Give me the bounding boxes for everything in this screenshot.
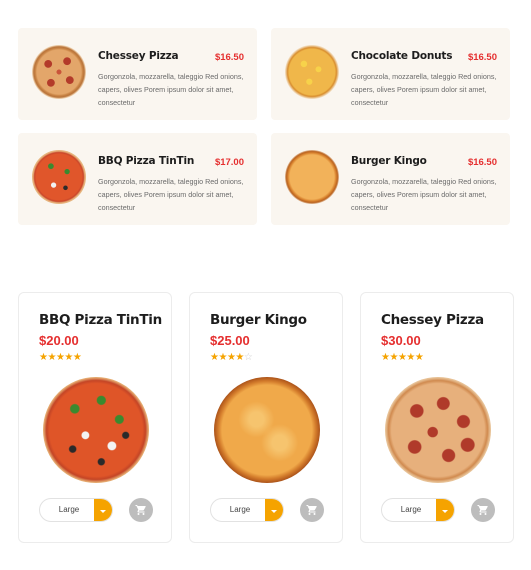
- cart-icon: [306, 505, 317, 515]
- add-to-cart-button[interactable]: [129, 498, 153, 522]
- star-icon: ★: [218, 352, 227, 363]
- chevron-down-icon[interactable]: [265, 499, 283, 521]
- star-icon: ★: [64, 352, 73, 363]
- product-price: $20.00: [39, 333, 79, 348]
- menu-item-name[interactable]: Burger Kingo: [351, 155, 427, 167]
- star-icon: ★: [414, 352, 424, 363]
- corn-pizza-image: [285, 45, 339, 99]
- cheese-pizza-image: [285, 150, 339, 204]
- product-title[interactable]: BBQ Pizza TinTin: [39, 312, 162, 328]
- star-icon: ★: [47, 352, 56, 363]
- star-icon: ★: [235, 352, 244, 363]
- menu-item-description: Gorgonzola, mozzarella, taleggio Red oni…: [98, 72, 244, 107]
- menu-item-price: $16.50: [214, 52, 244, 63]
- size-select[interactable]: Large: [210, 498, 284, 522]
- cheese-pizza-image[interactable]: [214, 377, 320, 483]
- menu-item-name[interactable]: Chessey Pizza: [98, 50, 179, 62]
- product-price: $25.00: [210, 333, 250, 348]
- product-price: $30.00: [381, 333, 421, 348]
- menu-item-description: Gorgonzola, mozzarella, taleggio Red oni…: [351, 177, 497, 212]
- menu-item-card[interactable]: Chessey Pizza $16.50 Gorgonzola, mozzare…: [18, 28, 257, 120]
- veggie-pizza-image[interactable]: [43, 377, 149, 483]
- menu-item-price: $16.50: [467, 157, 497, 168]
- add-to-cart-button[interactable]: [300, 498, 324, 522]
- menu-item-card[interactable]: Chocolate Donuts $16.50 Gorgonzola, mozz…: [271, 28, 510, 120]
- menu-item-price: $16.50: [467, 52, 497, 63]
- product-title[interactable]: Burger Kingo: [210, 312, 307, 328]
- size-select-value: Large: [58, 505, 80, 514]
- size-select[interactable]: Large: [381, 498, 455, 522]
- menu-item-name[interactable]: BBQ Pizza TinTin: [98, 155, 194, 167]
- product-card: Chessey Pizza $30.00 ★★★★★ Large: [360, 292, 514, 543]
- star-icon: ★: [406, 352, 415, 363]
- menu-item-price: $17.00: [214, 157, 244, 168]
- veggie-pizza-image: [32, 150, 86, 204]
- add-to-cart-button[interactable]: [471, 498, 495, 522]
- size-select-value: Large: [229, 505, 251, 514]
- chevron-down-icon[interactable]: [94, 499, 112, 521]
- menu-item-description: Gorgonzola, mozzarella, taleggio Red oni…: [351, 72, 497, 107]
- star-outline-icon: ☆: [243, 352, 253, 363]
- pepperoni-pizza-image: [32, 45, 86, 99]
- menu-item-card[interactable]: Burger Kingo $16.50 Gorgonzola, mozzarel…: [271, 133, 510, 225]
- rating-stars: ★★★★★: [381, 352, 424, 363]
- size-select[interactable]: Large: [39, 498, 113, 522]
- pepperoni-pizza-image[interactable]: [385, 377, 491, 483]
- star-icon: ★: [72, 352, 82, 363]
- chevron-down-icon[interactable]: [436, 499, 454, 521]
- rating-stars: ★★★★★: [39, 352, 82, 363]
- cart-icon: [135, 505, 146, 515]
- rating-stars: ★★★★☆: [210, 352, 253, 363]
- size-select-value: Large: [400, 505, 422, 514]
- product-title[interactable]: Chessey Pizza: [381, 312, 484, 328]
- product-card: BBQ Pizza TinTin $20.00 ★★★★★ Large: [18, 292, 172, 543]
- menu-item-name[interactable]: Chocolate Donuts: [351, 50, 452, 62]
- star-icon: ★: [389, 352, 398, 363]
- menu-item-description: Gorgonzola, mozzarella, taleggio Red oni…: [98, 177, 244, 212]
- menu-item-card[interactable]: BBQ Pizza TinTin $17.00 Gorgonzola, mozz…: [18, 133, 257, 225]
- cart-icon: [477, 505, 488, 515]
- product-card: Burger Kingo $25.00 ★★★★☆ Large: [189, 292, 343, 543]
